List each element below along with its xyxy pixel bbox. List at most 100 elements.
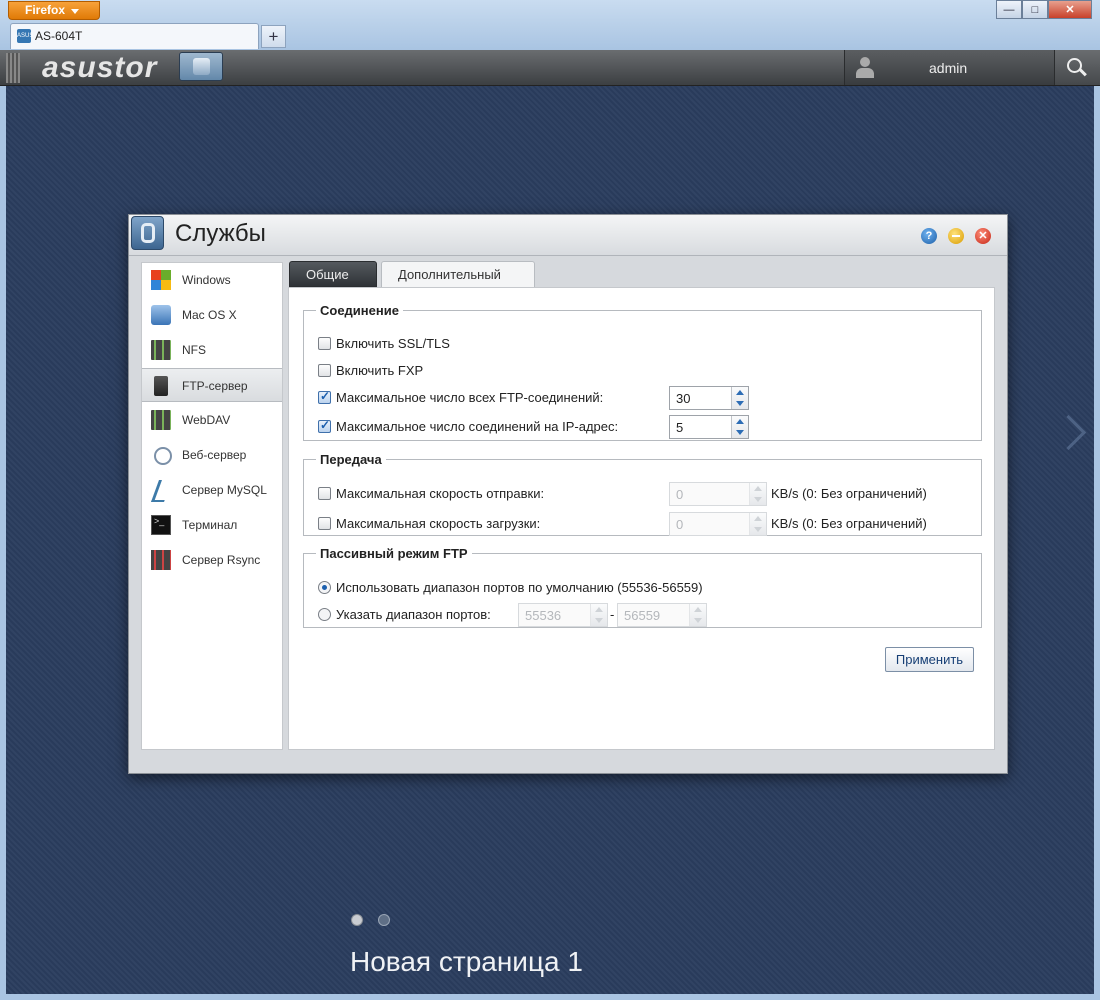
help-button[interactable]: ? [921, 228, 937, 244]
port-range-to-stepper[interactable]: 56559 [617, 603, 707, 627]
page-indicator [351, 914, 390, 926]
mysql-icon [150, 480, 173, 502]
close-window-app-button[interactable]: ✕ [975, 228, 991, 244]
browser-frame-bottom [0, 994, 1100, 1000]
fxp-label: Включить FXP [336, 363, 424, 378]
sidebar-item-nfs[interactable]: NFS [142, 333, 282, 367]
chevron-down-icon [71, 9, 79, 14]
nas-topbar: asustor admin [0, 50, 1100, 86]
sidebar-item-label: Сервер MySQL [182, 483, 267, 497]
close-window-button[interactable]: ✕ [1048, 0, 1092, 19]
port-range-separator: - [610, 607, 615, 622]
browser-frame-right [1094, 86, 1100, 1000]
spin-up-icon[interactable] [754, 516, 762, 521]
spin-down-icon[interactable] [736, 430, 744, 435]
upload-limit-checkbox[interactable] [318, 487, 331, 500]
custom-port-range-label: Указать диапазон портов: [336, 607, 491, 622]
spin-down-icon[interactable] [694, 618, 702, 623]
sidebar-item-rsync[interactable]: Сервер Rsync [142, 543, 282, 577]
firefox-menu-label: Firefox [25, 3, 66, 17]
max-all-stepper[interactable]: 30 [669, 386, 749, 410]
services-sidebar: Windows Mac OS X NFS FTP-сервер WebDAV В… [141, 262, 283, 750]
ssl-label: Включить SSL/TLS [336, 336, 450, 351]
advanced-settings-panel: Соединение Включить SSL/TLS Включить FXP… [288, 287, 995, 750]
next-page-arrow-icon[interactable] [1056, 416, 1078, 456]
sidebar-item-terminal[interactable]: >_ Терминал [142, 508, 282, 542]
windows-icon [151, 270, 171, 290]
disk-icon [193, 58, 210, 75]
passive-ftp-group: Пассивный режим FTP Использовать диапазо… [303, 546, 982, 628]
connection-group: Соединение Включить SSL/TLS Включить FXP… [303, 303, 982, 441]
user-name: admin [929, 60, 968, 76]
max-ip-stepper[interactable]: 5 [669, 415, 749, 439]
spin-down-icon[interactable] [595, 618, 603, 623]
upload-limit-stepper[interactable]: 0 [669, 482, 767, 506]
web-server-icon [154, 447, 172, 465]
page-dot-2[interactable] [378, 914, 390, 926]
sidebar-item-label: NFS [182, 343, 206, 357]
spin-up-icon[interactable] [736, 419, 744, 424]
user-menu[interactable]: admin [844, 50, 1055, 85]
max-ip-checkbox[interactable] [318, 418, 331, 433]
tab-advanced[interactable]: Дополнительный [381, 261, 535, 287]
storage-manager-shortcut[interactable] [179, 52, 223, 81]
sidebar-item-web-server[interactable]: Веб-сервер [142, 438, 282, 472]
spin-up-icon[interactable] [736, 390, 744, 395]
apply-button[interactable]: Применить [885, 647, 974, 672]
fxp-checkbox[interactable] [318, 364, 331, 377]
sidebar-item-macosx[interactable]: Mac OS X [142, 298, 282, 332]
max-all-checkbox[interactable] [318, 389, 331, 404]
max-ip-value: 5 [676, 420, 684, 435]
spin-down-icon[interactable] [754, 527, 762, 532]
sidebar-item-windows[interactable]: Windows [142, 263, 282, 297]
spin-up-icon[interactable] [694, 607, 702, 612]
firefox-menu-button[interactable]: Firefox [8, 1, 100, 20]
minimize-button[interactable]: — [996, 0, 1022, 19]
download-limit-stepper[interactable]: 0 [669, 512, 767, 536]
minimize-window-button[interactable] [948, 228, 964, 244]
max-all-value: 30 [676, 391, 691, 406]
taskbar-grip-icon[interactable] [6, 53, 20, 83]
spin-up-icon[interactable] [595, 607, 603, 612]
upload-limit-unit: KB/s (0: Без ограничений) [771, 486, 927, 501]
sidebar-item-webdav[interactable]: WebDAV [142, 403, 282, 437]
window-controls: — □ ✕ [996, 0, 1092, 20]
window-titlebar[interactable]: Службы ? ✕ [129, 215, 1007, 256]
port-range-from-stepper[interactable]: 55536 [518, 603, 608, 627]
default-port-range-radio[interactable] [318, 581, 331, 594]
download-limit-value: 0 [676, 517, 684, 532]
upload-limit-option: Максимальная скорость отправки: [318, 485, 668, 505]
sidebar-item-mysql[interactable]: Сервер MySQL [142, 473, 282, 507]
port-range-to-value: 56559 [624, 608, 661, 623]
sidebar-item-ftp-server[interactable]: FTP-сервер [142, 368, 282, 402]
tab-general[interactable]: Общие [289, 261, 377, 287]
browser-chrome: Firefox — □ ✕ ASUS AS-604T + [0, 0, 1100, 51]
services-window: Службы ? ✕ Windows Mac OS X NFS FTP-серв… [128, 214, 1008, 774]
sidebar-item-label: Windows [182, 273, 231, 287]
download-limit-option: Максимальная скорость загрузки: [318, 515, 668, 535]
browser-tab[interactable]: ASUS AS-604T [10, 23, 259, 49]
port-range-from-value: 55536 [525, 608, 562, 623]
download-limit-checkbox[interactable] [318, 517, 331, 530]
spin-up-icon[interactable] [754, 486, 762, 491]
window-title: Службы [175, 220, 266, 247]
rsync-icon [151, 550, 171, 570]
sidebar-item-label: FTP-сервер [182, 379, 248, 393]
custom-port-range-radio[interactable] [318, 608, 331, 621]
maximize-button[interactable]: □ [1022, 0, 1048, 19]
spin-down-icon[interactable] [736, 401, 744, 406]
ssl-option: Включить SSL/TLS [318, 335, 718, 355]
asustor-logo: asustor [42, 51, 158, 84]
spin-down-icon[interactable] [754, 497, 762, 502]
new-tab-button[interactable]: + [261, 25, 286, 48]
sidebar-item-label: Сервер Rsync [182, 553, 261, 567]
search-button[interactable] [1054, 50, 1100, 85]
ssl-checkbox[interactable] [318, 337, 331, 350]
max-ip-label: Максимальное число соединений на IP-адре… [336, 419, 619, 434]
transfer-legend: Передача [320, 452, 382, 467]
default-port-range-label: Использовать диапазон портов по умолчани… [336, 580, 703, 595]
download-limit-unit: KB/s (0: Без ограничений) [771, 516, 927, 531]
download-limit-label: Максимальная скорость загрузки: [336, 516, 541, 531]
default-port-range-option: Использовать диапазон портов по умолчани… [318, 579, 918, 599]
page-dot-1[interactable] [351, 914, 363, 926]
